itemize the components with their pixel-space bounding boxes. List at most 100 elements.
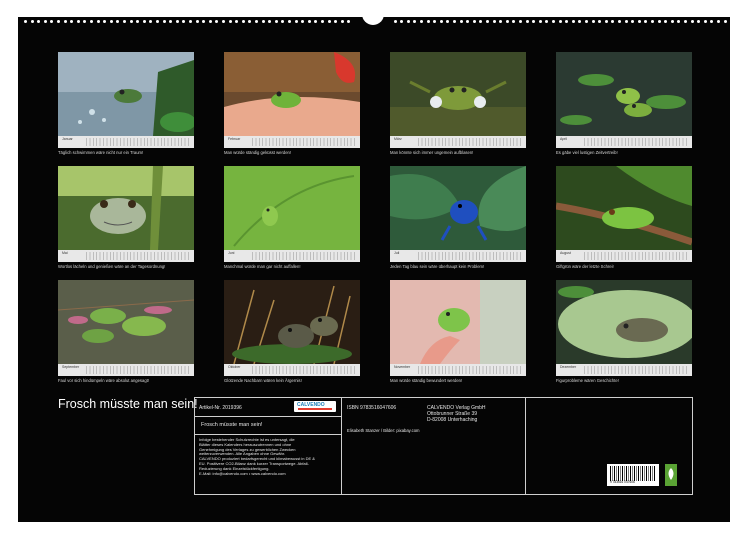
isbn-barcode: 9 783516 047606 — [607, 464, 659, 486]
binding-hole — [274, 20, 278, 23]
binding-hole — [512, 20, 516, 23]
binding-hole — [505, 20, 509, 23]
binding-hole — [57, 20, 60, 23]
frog-on-finger-photo — [390, 280, 526, 364]
binding-hole — [618, 20, 621, 23]
binding-hole — [50, 20, 54, 23]
binding-hole — [255, 20, 258, 23]
month-caption: Man würde ständig geküsst werden! — [224, 150, 292, 155]
binding-hole — [703, 20, 707, 23]
month-caption: Manchmal würde man gar nicht auffallen! — [224, 264, 301, 269]
binding-hole — [717, 20, 720, 23]
binding-hole — [116, 20, 120, 23]
binding-hole — [208, 20, 212, 23]
binding-hole — [281, 20, 285, 23]
binding-hole — [446, 20, 450, 23]
month-strip: Oktober — [224, 364, 360, 376]
isbn: ISBN 9783516047606 — [347, 405, 397, 411]
month-caption: Faul vor sich hindümpeln wäre absolut an… — [58, 378, 150, 383]
month-label: November — [394, 365, 411, 369]
binding-hole — [195, 20, 199, 23]
binding-hole — [327, 20, 331, 23]
frog-on-leaf-photo — [224, 166, 360, 250]
day-grid — [86, 366, 190, 374]
month-strip: Juni — [224, 250, 360, 262]
binding-hole — [393, 20, 397, 23]
month-strip: September — [58, 364, 194, 376]
binding-hole — [433, 20, 437, 23]
binding-hole — [96, 20, 100, 23]
month-caption: Täglich schwimmen wäre nicht nur ein Tra… — [58, 150, 144, 155]
binding-hole — [103, 20, 107, 23]
frog-on-lilypad-photo — [556, 280, 692, 364]
binding-hole — [314, 20, 318, 23]
day-grid — [418, 252, 522, 260]
binding-hole — [294, 20, 298, 23]
binding-hole — [479, 20, 483, 23]
article-number: Artikel-Nr. 2019396 — [199, 405, 242, 411]
binding-hole — [109, 20, 113, 23]
binding-hole — [129, 20, 133, 23]
binding-hole — [591, 20, 595, 23]
day-grid — [252, 366, 356, 374]
month-label: Juni — [228, 251, 235, 255]
month-strip: März — [390, 136, 526, 148]
binding-hole — [710, 20, 714, 23]
month-strip: Juli — [390, 250, 526, 262]
binding-hole — [215, 20, 219, 23]
binding-hole — [426, 20, 430, 23]
binding-hole — [723, 20, 727, 23]
month-caption: Man würde ständig bewundert werden! — [390, 378, 463, 383]
binding-hole — [611, 20, 615, 23]
panel-divider — [341, 398, 342, 494]
binding-hole — [43, 20, 47, 23]
month-caption: Man könnte sich immer ungemein aufblasen… — [390, 150, 474, 155]
binding-hole — [334, 20, 338, 23]
day-grid — [252, 252, 356, 260]
binding-hole — [182, 20, 186, 23]
calvendo-logo: CALVENDO — [294, 401, 336, 412]
binding-hole — [63, 20, 67, 23]
blue-dart-frog-photo — [390, 166, 526, 250]
month-strip: Januar — [58, 136, 194, 148]
publisher-city: D-82008 Unterhaching — [427, 417, 478, 423]
binding-hole — [149, 20, 153, 23]
binding-hole — [677, 20, 681, 23]
binding-hole — [268, 20, 272, 23]
binding-hole — [651, 20, 654, 23]
frog-on-hand-photo — [224, 52, 360, 136]
binding-hole — [545, 20, 549, 23]
month-label: August — [560, 251, 571, 255]
month-label: September — [62, 365, 80, 369]
day-grid — [86, 252, 190, 260]
smiling-treefrog-photo — [58, 166, 194, 250]
binding-hole — [624, 20, 628, 23]
binding-hole — [466, 20, 470, 23]
binding-hole — [70, 20, 74, 23]
binding-hole — [439, 20, 443, 23]
info-panel: Artikel-Nr. 2019396 CALVENDO Frosch müss… — [194, 397, 693, 495]
binding-hole — [413, 20, 417, 23]
binding-hole — [406, 20, 410, 23]
binding-hole — [321, 20, 324, 23]
panel-divider — [525, 398, 526, 494]
frog-in-water-photo — [58, 52, 194, 136]
binding-hole — [340, 20, 344, 23]
binding-hole — [664, 20, 668, 23]
binding-hole — [532, 20, 536, 23]
binding-hole — [519, 20, 522, 23]
barcode-bars — [610, 466, 656, 481]
binding-hole — [123, 20, 126, 23]
binding-hole — [288, 20, 291, 23]
day-grid — [584, 366, 688, 374]
binding-hole — [189, 20, 192, 23]
binding-hole — [162, 20, 166, 23]
binding-hole — [472, 20, 476, 23]
binding-hole — [525, 20, 529, 23]
binding-hole — [24, 20, 27, 23]
frogs-in-grass-photo — [224, 280, 360, 364]
month-caption: Es gäbe viel lustigen Zeitvertreib! — [556, 150, 618, 155]
day-grid — [418, 366, 522, 374]
calendar-back-sheet: Januar Täglich schwimmen wäre nicht nur … — [18, 11, 730, 522]
binding-hole — [307, 20, 311, 23]
